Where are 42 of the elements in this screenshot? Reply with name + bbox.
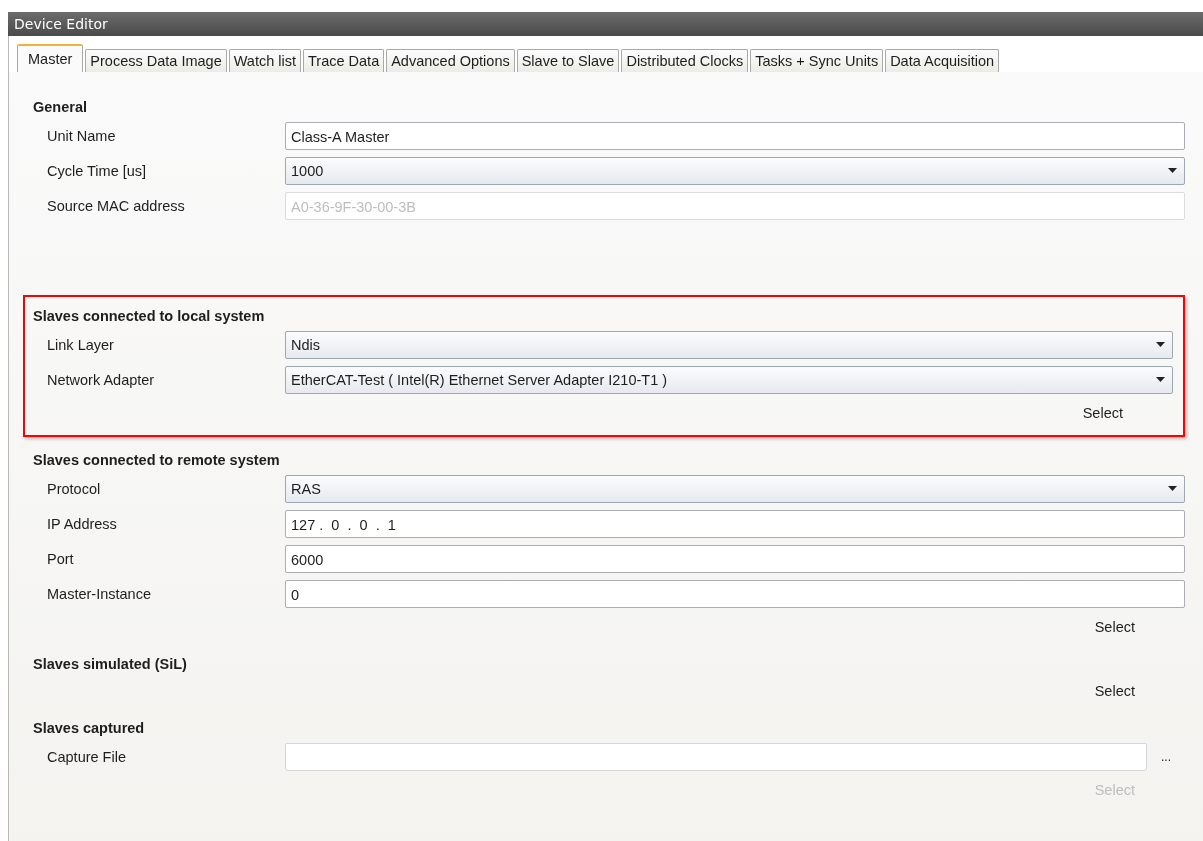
dropdown[interactable]: 1000	[285, 156, 1185, 185]
tab[interactable]: Distributed Clocks	[621, 49, 749, 72]
tab[interactable]: Slave to Slave	[516, 49, 620, 72]
caret-icon	[1156, 342, 1165, 347]
tab[interactable]: Advanced Options	[386, 49, 515, 72]
select-button[interactable]: Select	[1094, 681, 1135, 701]
section-heading: Slaves simulated (SiL)	[33, 655, 188, 674]
field-label: Network Adapter	[46, 371, 156, 388]
tab[interactable]: Master	[17, 44, 84, 72]
field-label: Master-Instance	[46, 585, 152, 602]
dropdown[interactable]: RAS	[285, 474, 1185, 503]
dropdown[interactable]: Ndis	[285, 330, 1173, 359]
caret-icon	[1168, 486, 1177, 491]
tab[interactable]: Tasks + Sync Units	[750, 49, 884, 72]
select-button[interactable]: Select	[1094, 617, 1135, 637]
caret-icon	[1168, 168, 1177, 173]
field-label: Source MAC address	[46, 197, 186, 214]
field-label: Link Layer	[46, 336, 115, 353]
file-path-field[interactable]	[285, 742, 1147, 771]
tab[interactable]: Process Data Image	[85, 49, 227, 72]
text-field[interactable]: 6000	[285, 544, 1185, 573]
browse-button[interactable]: ...	[1147, 749, 1185, 764]
text-field[interactable]: 0	[285, 579, 1185, 608]
tab[interactable]: Trace Data	[303, 49, 385, 72]
field-label: IP Address	[46, 515, 118, 532]
ip-address-field[interactable]: 127 . 0 . 0 . 1	[285, 509, 1185, 538]
caret-icon	[1156, 377, 1165, 382]
tab[interactable]: Watch list	[228, 49, 301, 72]
select-button[interactable]: Select	[1082, 403, 1123, 423]
field-label: Unit Name	[46, 127, 117, 144]
section-heading: Slaves connected to remote system	[33, 451, 281, 470]
text-field[interactable]: Class-A Master	[285, 121, 1185, 150]
window-title: Device Editor	[8, 12, 1203, 36]
field-label: Protocol	[46, 480, 102, 497]
field-label: Port	[46, 550, 75, 567]
dropdown[interactable]: EtherCAT-Test ( Intel(R) Ethernet Server Adapter I210-T1 )	[285, 365, 1173, 394]
tab[interactable]: Data Acquisition	[885, 49, 1000, 72]
section-heading: Slaves connected to local system	[33, 307, 266, 326]
section-heading: Slaves captured	[33, 719, 146, 738]
field-label: Cycle Time [us]	[46, 162, 148, 179]
field-label: Capture File	[46, 748, 127, 765]
section-heading: General	[33, 98, 88, 117]
